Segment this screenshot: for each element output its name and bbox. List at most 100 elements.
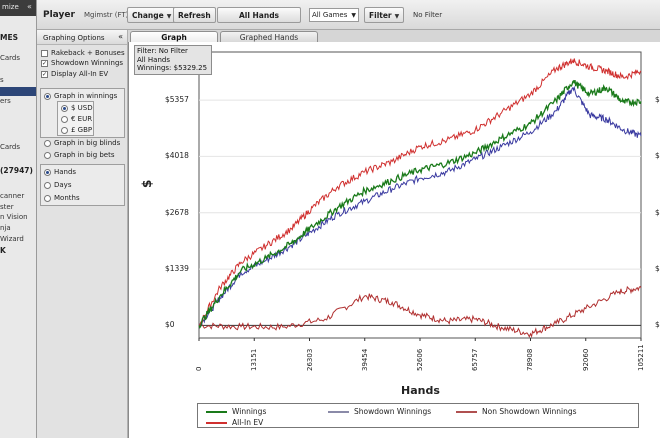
sidebar-item-ers[interactable]: ers — [0, 97, 11, 105]
legend-label-allin-ev: All-In EV — [232, 418, 264, 427]
collapse-options-icon[interactable]: « — [118, 32, 123, 41]
x-tick-label: 65757 — [471, 348, 480, 371]
sidebar-item-scanner[interactable]: canner — [0, 192, 24, 200]
x-units-days-radio[interactable] — [44, 181, 51, 189]
sidebar-item-count[interactable]: (27947) — [0, 166, 33, 175]
currency-gbp-radio[interactable] — [61, 126, 68, 134]
x-units-hands-radio[interactable] — [44, 168, 51, 176]
allin-ev-checkbox-row[interactable]: ✓ Display All-In EV — [41, 70, 108, 78]
x-units-months-row[interactable]: Months — [44, 194, 80, 202]
player-label: Player — [43, 10, 75, 20]
sidebar-item-ster[interactable]: ster — [0, 203, 14, 211]
x-units-hands-label: Hands — [54, 168, 77, 176]
left-sidebar: mize « MES Cards s ers Cards (27947) can… — [0, 0, 37, 438]
graph-in-winnings-row[interactable]: Graph in winnings — [44, 92, 117, 100]
x-tick-label: 26303 — [305, 348, 314, 371]
graph-in-big-blinds-radio[interactable] — [44, 139, 51, 147]
sidebar-header: mize « — [0, 0, 36, 16]
graph-in-winnings-radio[interactable] — [44, 92, 51, 100]
sidebar-item-vision[interactable]: n Vision — [0, 213, 28, 221]
x-tick-label: 92060 — [581, 348, 590, 371]
graphing-options-header: Graphing Options « — [37, 30, 127, 45]
x-units-days-label: Days — [54, 181, 72, 189]
chevron-down-icon: ▼ — [394, 13, 400, 20]
y-tick-label: $0 — [165, 320, 175, 330]
legend-label-non-showdown: Non Showdown Winnings — [482, 407, 577, 416]
legend-item-showdown: Showdown Winnings — [328, 407, 431, 416]
change-button-label: Change — [132, 11, 164, 20]
currency-gbp-label: £ GBP — [71, 126, 93, 134]
sidebar-item-k[interactable]: K — [0, 246, 6, 255]
graph-area: Filter: No Filter All Hands Winnings: $5… — [128, 42, 660, 438]
x-units-months-radio[interactable] — [44, 194, 51, 202]
y-axis-title: $ — [140, 179, 154, 188]
y-tick-label: $4018 — [165, 151, 189, 161]
showdown-winnings-checkbox-row[interactable]: ✓ Showdown Winnings — [41, 59, 123, 67]
showdown-winnings-label: Showdown Winnings — [51, 59, 124, 67]
graph-in-big-blinds-row[interactable]: Graph in big blinds — [44, 139, 120, 147]
rakeback-checkbox[interactable] — [41, 49, 48, 57]
x-tick-label: 39454 — [360, 348, 369, 371]
change-player-button[interactable]: Change ▼ — [127, 7, 177, 23]
refresh-button[interactable]: Refresh — [173, 7, 216, 23]
graph-in-big-bets-row[interactable]: Graph in big bets — [44, 151, 115, 159]
currency-gbp-row[interactable]: £ GBP — [61, 126, 92, 134]
x-tick-label: 78908 — [526, 348, 535, 371]
all-hands-button[interactable]: All Hands — [217, 7, 301, 23]
allin-ev-checkbox[interactable]: ✓ — [41, 70, 48, 78]
sidebar-item-cards-2[interactable]: Cards — [0, 143, 20, 151]
sidebar-item-games[interactable]: MES — [0, 33, 18, 42]
sidebar-item-cards-1[interactable]: Cards — [0, 54, 20, 62]
sidebar-item-wizard[interactable]: Wizard — [0, 235, 24, 243]
plot-frame — [198, 51, 642, 339]
chevron-down-icon: ▼ — [351, 12, 356, 19]
tab-graph[interactable]: Graph — [130, 31, 218, 42]
currency-usd-radio[interactable] — [61, 104, 68, 112]
currency-eur-row[interactable]: € EUR — [61, 115, 92, 123]
x-tick-label: 52606 — [416, 348, 424, 371]
showdown-winnings-checkbox[interactable]: ✓ — [41, 59, 48, 67]
x-units-days-row[interactable]: Days — [44, 181, 71, 189]
currency-eur-radio[interactable] — [61, 115, 68, 123]
sidebar-item-s[interactable]: s — [0, 76, 4, 84]
graph-in-big-blinds-label: Graph in big blinds — [54, 139, 121, 147]
rakeback-label: Rakeback + Bonuses — [51, 49, 125, 57]
chevron-down-icon: ▼ — [166, 13, 172, 20]
x-axis-title: Hands — [401, 384, 440, 397]
legend-item-allin-ev: All-In EV — [206, 418, 263, 427]
tab-graphed-hands[interactable]: Graphed Hands — [220, 31, 318, 42]
legend-swatch-winnings — [206, 410, 227, 413]
winnings-chart — [198, 51, 642, 341]
graphing-options-panel: Graphing Options « Rakeback + Bonuses ✓ … — [37, 30, 128, 438]
legend-swatch-showdown — [328, 410, 349, 413]
currency-usd-label: $ USD — [71, 104, 93, 112]
graph-tooltip: Filter: No Filter All Hands Winnings: $5… — [134, 45, 212, 75]
collapse-sidebar-icon[interactable]: « — [27, 2, 32, 11]
y-tick-label: $5357 — [165, 95, 189, 105]
graph-in-winnings-label: Graph in winnings — [54, 92, 118, 100]
games-select[interactable]: All Games ▼ — [309, 8, 359, 22]
y-tick-label: $1339 — [165, 264, 189, 274]
legend-item-winnings: Winnings — [206, 407, 266, 416]
x-units-hands-row[interactable]: Hands — [44, 168, 76, 176]
x-tick-label: 0 — [195, 366, 203, 371]
currency-eur-label: € EUR — [71, 115, 93, 123]
right-y-tick-label: $6 — [655, 95, 660, 105]
refresh-button-label: Refresh — [178, 11, 211, 20]
filter-button[interactable]: Filter ▼ — [364, 7, 405, 23]
graph-in-big-bets-radio[interactable] — [44, 151, 51, 159]
tooltip-filter: Filter: No Filter — [137, 47, 188, 55]
rakeback-checkbox-row[interactable]: Rakeback + Bonuses — [41, 49, 125, 57]
tooltip-winnings: Winnings: $5329.25 — [137, 64, 208, 72]
right-y-tick-label: $2 — [655, 264, 660, 274]
currency-usd-row[interactable]: $ USD — [61, 104, 93, 112]
graph-tabs: Graph Graphed Hands — [128, 30, 660, 42]
right-y-tick-label: $4 — [655, 207, 660, 217]
legend-label-showdown: Showdown Winnings — [354, 407, 432, 416]
legend-swatch-non-showdown — [456, 410, 477, 413]
sidebar-item-nja[interactable]: nja — [0, 224, 11, 232]
player-name: Mgimstr (FT) — [84, 11, 129, 19]
right-y-tick-label: $5 — [655, 151, 660, 161]
x-tick-label: 13151 — [250, 348, 259, 371]
x-units-months-label: Months — [54, 194, 80, 202]
